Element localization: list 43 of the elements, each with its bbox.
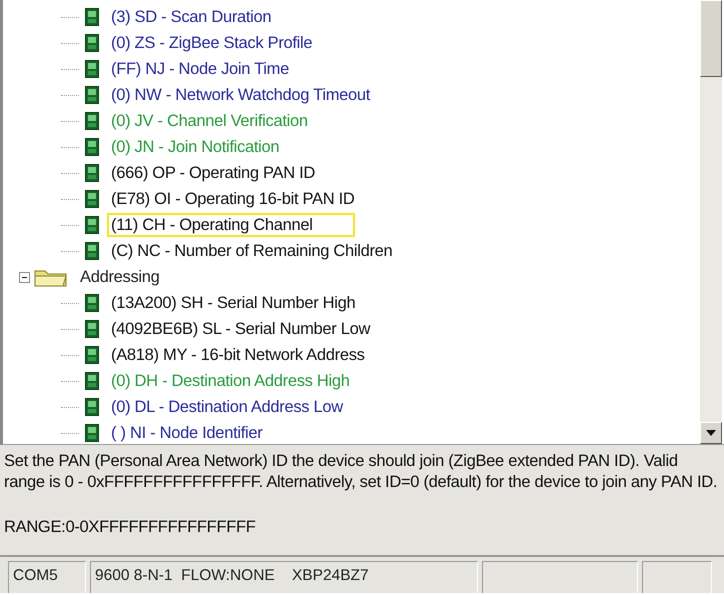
tree-item[interactable]: (0) NW - Network Watchdog Timeout xyxy=(107,83,374,107)
tree-item[interactable]: (C) NC - Number of Remaining Children xyxy=(107,239,396,263)
tree-item[interactable]: (0) JV - Channel Verification xyxy=(107,109,312,133)
scroll-down-button[interactable] xyxy=(700,422,722,444)
range-text: RANGE:0-0XFFFFFFFFFFFFFFFF xyxy=(4,517,257,538)
empty-status-panel xyxy=(642,561,712,593)
tree-item[interactable]: (3) SD - Scan Duration xyxy=(107,5,276,29)
description-text: Set the PAN (Personal Area Network) ID the device should join (ZigBee extended PAN ID). Valid range is 0 - 0xFFFFFFFFFFFFFFFF. Alternatively, set ID=0 (default) for the device to join any PAN ID. xyxy=(4,451,718,493)
parameter-icon xyxy=(85,190,99,208)
tree-item[interactable]: (11) CH - Operating Channel xyxy=(107,213,355,237)
tree-item[interactable]: (666) OP - Operating PAN ID xyxy=(107,161,320,185)
tree-item[interactable]: (0) DL - Destination Address Low xyxy=(107,395,347,419)
collapse-toggle[interactable] xyxy=(19,272,30,282)
tree-item[interactable]: (0) JN - Join Notification xyxy=(107,135,284,159)
vertical-scrollbar[interactable] xyxy=(700,0,722,444)
parameter-icon xyxy=(85,346,99,364)
parameter-icon xyxy=(85,294,99,312)
parameter-icon xyxy=(85,138,99,156)
tree-item[interactable]: ( ) NI - Node Identifier xyxy=(107,421,266,445)
tree-item[interactable]: (13A200) SH - Serial Number High xyxy=(107,291,360,315)
parameter-icon xyxy=(85,216,99,234)
parameter-icon xyxy=(85,60,99,78)
scrollbar-thumb[interactable] xyxy=(700,0,722,77)
parameter-icon xyxy=(85,34,99,52)
parameter-icon xyxy=(85,242,99,260)
parameter-icon xyxy=(85,424,99,442)
status-bar-cell: COM5 xyxy=(8,561,86,593)
parameter-icon xyxy=(85,8,99,26)
parameter-icon xyxy=(85,164,99,182)
tree-item[interactable]: (E78) OI - Operating 16-bit PAN ID xyxy=(107,187,359,211)
tree-item[interactable]: (0) DH - Destination Address High xyxy=(107,369,354,393)
tree-item[interactable]: (FF) NJ - Node Join Time xyxy=(107,57,293,81)
folder-label[interactable]: Addressing xyxy=(76,265,164,289)
parameter-icon xyxy=(85,398,99,416)
parameter-icon xyxy=(85,112,99,130)
status-bar-cell: 9600 8-N-1 FLOW:NONE XBP24BZ7 xyxy=(90,561,478,593)
tree-item[interactable]: (0) ZS - ZigBee Stack Profile xyxy=(107,31,316,55)
parameter-icon xyxy=(85,372,99,390)
parameter-icon xyxy=(85,320,99,338)
tree-item[interactable]: (A818) MY - 16-bit Network Address xyxy=(107,343,369,367)
down-arrow-icon xyxy=(706,430,716,436)
parameter-icon xyxy=(85,86,99,104)
tree-item[interactable]: (4092BE6B) SL - Serial Number Low xyxy=(107,317,374,341)
